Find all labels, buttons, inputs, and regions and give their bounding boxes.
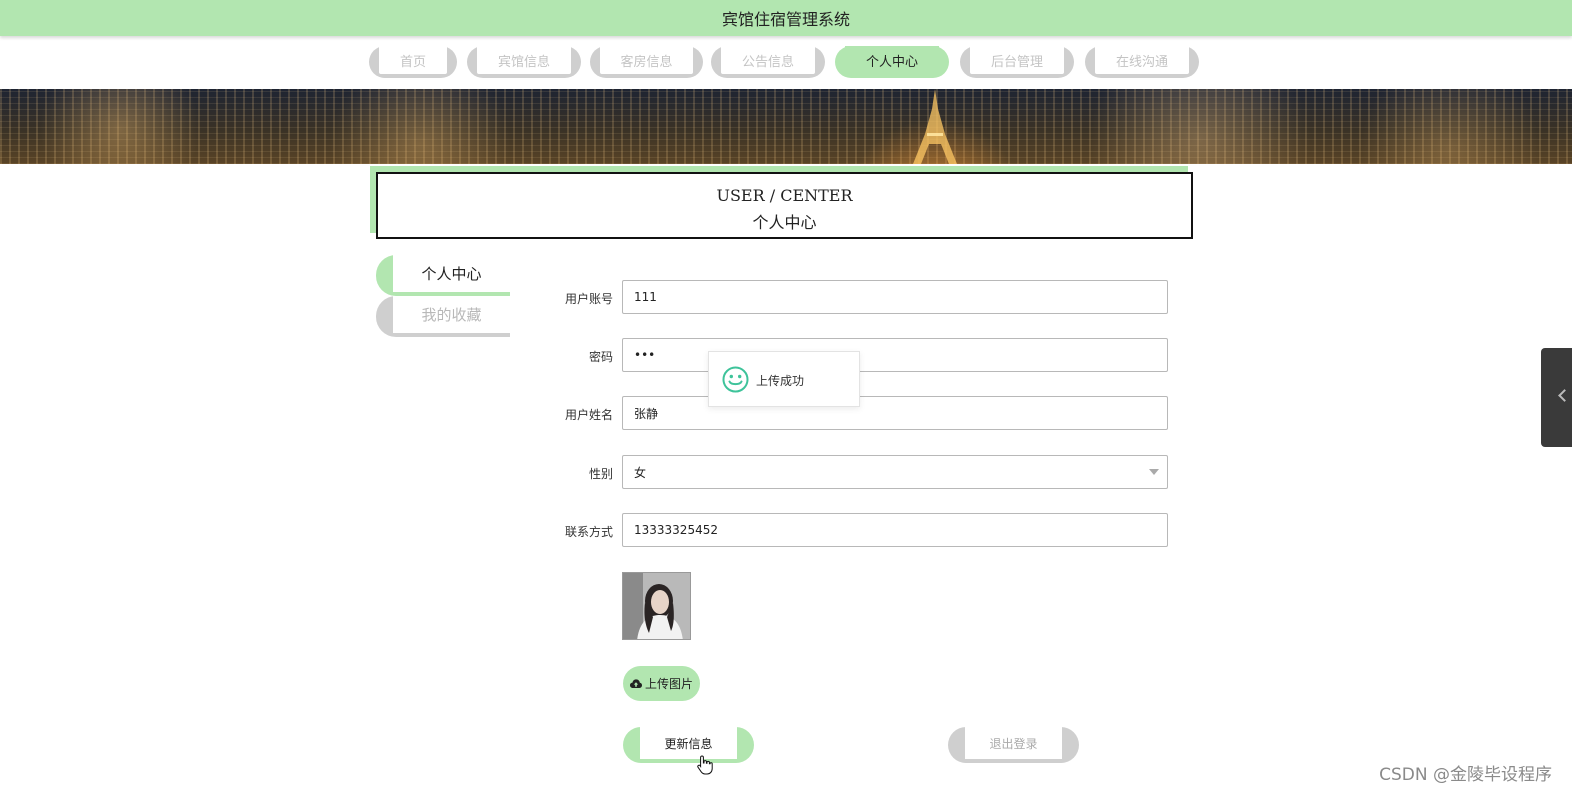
upload-image-label: 上传图片 [644, 677, 693, 691]
main-nav: 首页 宾馆信息 客房信息 公告信息 个人中心 后台管理 在线沟通 [0, 46, 1572, 78]
sidebar-item-favorites[interactable]: 我的收藏 [376, 296, 510, 337]
gender-select[interactable]: 女 [622, 455, 1168, 489]
watermark: CSDN @金陵毕设程序 [1379, 765, 1552, 785]
nav-online-chat[interactable]: 在线沟通 [1085, 46, 1199, 78]
name-value: 张静 [634, 406, 659, 421]
password-value: ••• [634, 348, 656, 362]
nav-room-info-label: 客房信息 [600, 46, 693, 74]
nav-hotel-info[interactable]: 宾馆信息 [467, 46, 581, 78]
top-bar: 宾馆住宿管理系统 [0, 0, 1572, 36]
app-title: 宾馆住宿管理系统 [721, 10, 850, 29]
update-info-label: 更新信息 [640, 727, 737, 759]
nav-notice-info-label: 公告信息 [721, 46, 815, 74]
nav-admin-label: 后台管理 [970, 46, 1064, 74]
gender-label: 性别 [588, 467, 613, 481]
password-input[interactable]: ••• [622, 338, 1168, 372]
avatar-image [622, 572, 691, 640]
nav-online-chat-label: 在线沟通 [1095, 46, 1189, 74]
phone-value: 13333325452 [634, 523, 718, 537]
logout-button[interactable]: 退出登录 [948, 727, 1079, 763]
upload-image-button[interactable]: 上传图片 [623, 666, 700, 701]
name-input[interactable]: 张静 [622, 396, 1168, 430]
nav-notice-info[interactable]: 公告信息 [711, 46, 825, 78]
hand-cursor-icon [697, 755, 713, 775]
tower-silhouette [913, 89, 957, 164]
avatar-portrait [623, 573, 690, 639]
nav-home[interactable]: 首页 [369, 46, 457, 78]
update-info-button[interactable]: 更新信息 [623, 727, 754, 763]
phone-label: 联系方式 [564, 525, 613, 539]
name-label: 用户姓名 [564, 408, 613, 422]
nav-home-label: 首页 [379, 46, 447, 74]
account-value: 111 [634, 290, 657, 304]
sidebar-item-user-center[interactable]: 个人中心 [376, 255, 510, 296]
sidebar-item-label: 我的收藏 [393, 296, 510, 333]
chevron-left-icon [1558, 389, 1571, 402]
nav-user-center[interactable]: 个人中心 [835, 46, 949, 78]
password-label: 密码 [588, 350, 613, 364]
phone-input[interactable]: 13333325452 [622, 513, 1168, 547]
chevron-down-icon [1149, 469, 1159, 475]
nav-user-center-label: 个人中心 [845, 46, 939, 74]
section-title-cn: 个人中心 [752, 213, 817, 232]
nav-hotel-info-label: 宾馆信息 [477, 46, 571, 74]
banner-image [0, 89, 1572, 164]
sidebar-item-label: 个人中心 [393, 255, 510, 292]
section-header: USER / CENTER 个人中心 [376, 172, 1193, 239]
account-input[interactable]: 111 [622, 280, 1168, 314]
nav-room-info[interactable]: 客房信息 [590, 46, 703, 78]
section-title-en: USER / CENTER [716, 186, 853, 205]
gender-value: 女 [634, 465, 647, 480]
toast-message: 上传成功 [756, 374, 805, 388]
smile-icon [722, 366, 749, 393]
side-drawer-tab[interactable] [1541, 348, 1572, 447]
logout-label: 退出登录 [965, 727, 1062, 759]
cloud-upload-icon [629, 678, 642, 688]
upload-success-toast: 上传成功 [708, 351, 860, 407]
account-label: 用户账号 [564, 292, 613, 306]
nav-admin[interactable]: 后台管理 [960, 46, 1074, 78]
